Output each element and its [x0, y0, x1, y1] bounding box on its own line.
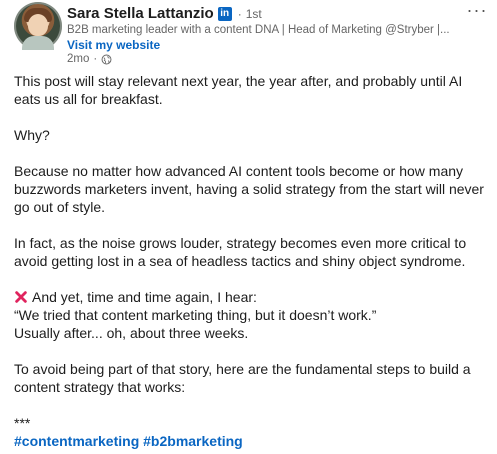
dot-separator: · — [237, 6, 242, 21]
feed-post: Sara Stella Lattanzio in · 1st B2B marke… — [0, 0, 497, 454]
post-paragraph: To avoid being part of that story, here … — [14, 361, 471, 395]
linkedin-badge-icon: in — [217, 6, 232, 21]
hashtag-link[interactable]: #b2bmarketing — [143, 433, 243, 449]
quote-line: Usually after... oh, about three weeks. — [14, 325, 249, 341]
post-meta: 2mo · — [67, 53, 112, 65]
hashtag-row: #contentmarketing #b2bmarketing — [14, 432, 486, 450]
post-body: This post will stay relevant next year, … — [14, 72, 486, 450]
quote-line: “We tried that content marketing thing, … — [14, 307, 377, 323]
post-time: 2mo — [67, 53, 90, 65]
avatar[interactable] — [14, 2, 62, 50]
globe-icon — [101, 54, 112, 64]
post-paragraph: In fact, as the noise grows louder, stra… — [14, 235, 467, 269]
avatar-shirt — [22, 36, 54, 50]
connection-degree: 1st — [245, 6, 262, 21]
author-name-row: Sara Stella Lattanzio in · 1st — [67, 5, 262, 22]
avatar-face — [28, 14, 48, 36]
quote-line: And yet, time and time again, I hear: — [14, 288, 486, 306]
separator-text: *** — [14, 415, 31, 431]
quote-line-text: And yet, time and time again, I hear: — [32, 289, 257, 305]
more-options-button[interactable]: ··· — [463, 0, 491, 20]
author-headline: B2B marketing leader with a content DNA … — [67, 24, 450, 36]
red-cross-icon — [15, 291, 27, 303]
post-paragraph: This post will stay relevant next year, … — [14, 73, 463, 107]
post-paragraph: Because no matter how advanced AI conten… — [14, 163, 484, 215]
hashtag-link[interactable]: #contentmarketing — [14, 433, 139, 449]
post-paragraph: Why? — [14, 127, 50, 143]
author-name[interactable]: Sara Stella Lattanzio — [67, 5, 214, 22]
visit-website-link[interactable]: Visit my website — [67, 38, 160, 52]
dot-separator: · — [93, 53, 98, 65]
